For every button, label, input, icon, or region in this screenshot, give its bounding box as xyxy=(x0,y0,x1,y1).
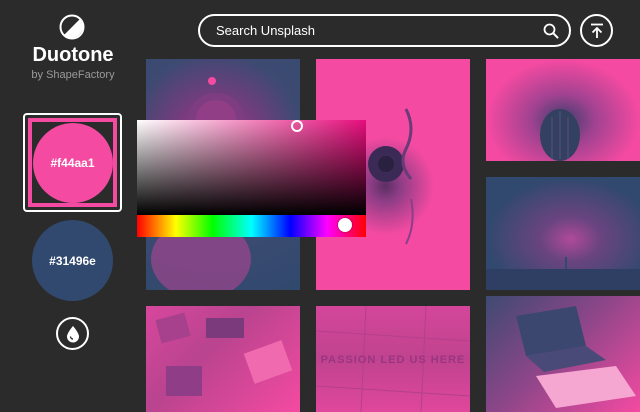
upload-icon xyxy=(590,23,603,38)
app-subtitle: by ShapeFactory xyxy=(31,69,115,81)
cactus-photo xyxy=(540,109,580,161)
primary-color-swatch[interactable]: #f44aa1 xyxy=(32,122,113,203)
photo-tile-starry-sky[interactable] xyxy=(486,177,640,290)
primary-color-label: #f44aa1 xyxy=(50,155,95,170)
starry-sky-photo xyxy=(486,257,640,290)
laptops-photo xyxy=(516,306,636,408)
secondary-color-swatch[interactable]: #31496e xyxy=(32,220,113,301)
upload-button[interactable] xyxy=(580,14,613,47)
saturation-value-handle[interactable] xyxy=(291,120,303,132)
saturation-value-area[interactable] xyxy=(137,120,366,215)
photo-tile-laptops[interactable] xyxy=(486,296,640,412)
photo-tile-passion-sign[interactable]: PASSION LED US HERE xyxy=(316,306,470,412)
app-title: Duotone xyxy=(32,44,114,66)
search-input[interactable]: Search Unsplash xyxy=(216,23,543,38)
search-bar[interactable]: Search Unsplash xyxy=(198,14,571,47)
hue-slider[interactable] xyxy=(137,215,366,237)
primary-swatch-frame[interactable]: #f44aa1 xyxy=(23,113,122,212)
sidebar: Duotone by ShapeFactory #f44aa1 #31496e xyxy=(0,0,146,412)
half-circle-icon xyxy=(59,14,85,40)
droplet-icon xyxy=(66,325,79,342)
wall-sign-text: PASSION LED US HERE xyxy=(320,354,466,366)
primary-swatch-selection: #f44aa1 xyxy=(28,118,117,207)
desk-typewriter-photo xyxy=(155,312,293,396)
droplet-button[interactable] xyxy=(56,317,89,350)
photo-tile-cactus[interactable] xyxy=(486,59,640,161)
photo-tile-desk-typewriter[interactable] xyxy=(146,306,300,412)
hue-slider-handle[interactable] xyxy=(338,218,352,232)
secondary-color-label: #31496e xyxy=(49,253,96,268)
search-icon[interactable] xyxy=(543,23,559,39)
color-picker xyxy=(137,120,366,237)
